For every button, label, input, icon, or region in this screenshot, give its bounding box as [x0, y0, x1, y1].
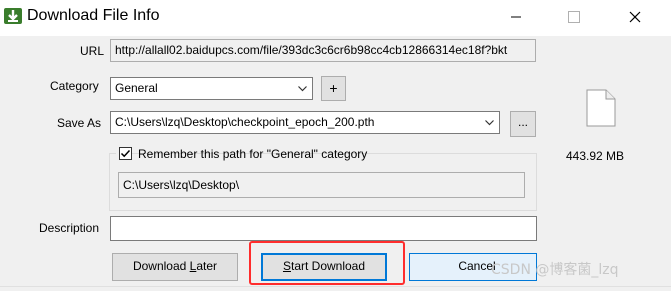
remember-path-header: Remember this path for "General" categor… — [116, 146, 367, 162]
close-button[interactable] — [612, 0, 658, 34]
url-field[interactable]: http://allall02.baidupcs.com/file/393dc3… — [110, 39, 536, 62]
remember-path-checkbox[interactable] — [119, 147, 132, 160]
window-title: Download File Info — [27, 7, 160, 24]
chevron-down-icon — [298, 86, 307, 92]
description-input[interactable] — [110, 216, 537, 241]
download-later-label-a: Download — [132, 259, 190, 273]
category-value: General — [115, 81, 158, 95]
close-icon — [629, 11, 641, 23]
remember-path-label: Remember this path for "General" categor… — [138, 147, 368, 161]
minimize-button[interactable] — [493, 0, 539, 34]
description-label: Description — [39, 221, 100, 235]
watermark: CSDN @博客菌_lzq — [491, 262, 619, 278]
category-select[interactable]: General — [110, 77, 313, 100]
add-category-button[interactable]: + — [321, 76, 346, 101]
start-download-button[interactable]: Start Download — [261, 253, 387, 281]
download-later-button[interactable]: Download Later — [112, 253, 238, 281]
save-as-select[interactable]: C:\Users\lzq\Desktop\checkpoint_epoch_20… — [110, 111, 500, 134]
category-label: Category — [50, 79, 99, 93]
maximize-button[interactable] — [551, 0, 597, 34]
file-size: 443.92 MB — [566, 149, 625, 163]
save-as-path: C:\Users\lzq\Desktop\checkpoint_epoch_20… — [115, 115, 375, 129]
start-download-label-a: S — [282, 259, 291, 273]
minimize-icon — [511, 16, 521, 18]
save-as-label: Save As — [57, 116, 102, 130]
maximize-icon — [568, 11, 580, 23]
remember-path-value: C:\Users\lzq\Desktop\ — [118, 172, 525, 198]
cancel-label: Cancel — [458, 259, 496, 273]
title-bar[interactable]: Download File Info — [0, 0, 671, 36]
idm-arrow-icon — [4, 8, 22, 24]
download-later-label-c: ater — [196, 259, 218, 273]
file-icon — [586, 89, 616, 127]
checkmark-icon — [120, 149, 131, 158]
url-label: URL — [80, 44, 105, 58]
start-download-label-b: tart Download — [290, 259, 366, 273]
dialog-body: URL http://allall02.baidupcs.com/file/39… — [0, 36, 671, 291]
chevron-down-icon — [485, 120, 494, 126]
browse-button[interactable]: ... — [510, 111, 536, 137]
bottom-strip — [0, 286, 671, 291]
